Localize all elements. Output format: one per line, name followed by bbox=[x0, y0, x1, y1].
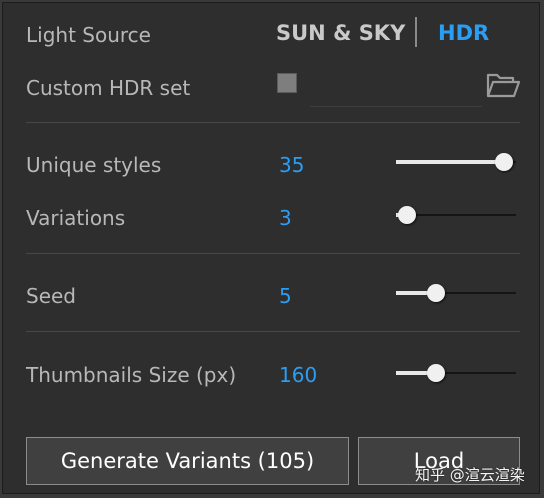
seed-label: Seed bbox=[26, 284, 76, 308]
thumbnails-size-value: 160 bbox=[279, 363, 318, 387]
slider-thumb[interactable] bbox=[495, 153, 513, 171]
thumbnails-size-label: Thumbnails Size (px) bbox=[26, 363, 237, 387]
light-source-label: Light Source bbox=[26, 23, 151, 47]
slider-fill bbox=[396, 160, 504, 164]
generate-variants-button[interactable]: Generate Variants (105) bbox=[26, 437, 349, 485]
unique-styles-slider[interactable] bbox=[396, 152, 516, 172]
slider-thumb[interactable] bbox=[397, 206, 416, 224]
section-divider bbox=[26, 122, 520, 123]
tab-separator bbox=[415, 17, 417, 47]
variations-label: Variations bbox=[26, 206, 126, 230]
unique-styles-label: Unique styles bbox=[26, 153, 162, 177]
custom-hdr-checkbox[interactable] bbox=[277, 73, 297, 93]
folder-open-icon[interactable] bbox=[485, 69, 521, 101]
custom-hdr-set-label: Custom HDR set bbox=[26, 76, 191, 100]
unique-styles-value: 35 bbox=[279, 153, 305, 177]
tab-hdr[interactable]: HDR bbox=[438, 21, 489, 45]
slider-thumb[interactable] bbox=[426, 364, 445, 382]
seed-slider[interactable] bbox=[396, 283, 516, 303]
slider-thumb[interactable] bbox=[426, 284, 445, 302]
tab-sun-and-sky[interactable]: SUN & SKY bbox=[276, 21, 405, 45]
section-divider bbox=[26, 253, 520, 254]
seed-value: 5 bbox=[279, 284, 292, 308]
hdr-variants-panel: Light Source SUN & SKY HDR Custom HDR se… bbox=[2, 2, 540, 494]
section-divider bbox=[26, 331, 520, 332]
hdr-path-field[interactable] bbox=[310, 71, 482, 107]
thumbnails-size-slider[interactable] bbox=[396, 363, 516, 383]
variations-slider[interactable] bbox=[396, 205, 516, 225]
variations-value: 3 bbox=[279, 206, 292, 230]
watermark-text: 知乎 @渲云渲染 bbox=[415, 466, 525, 484]
